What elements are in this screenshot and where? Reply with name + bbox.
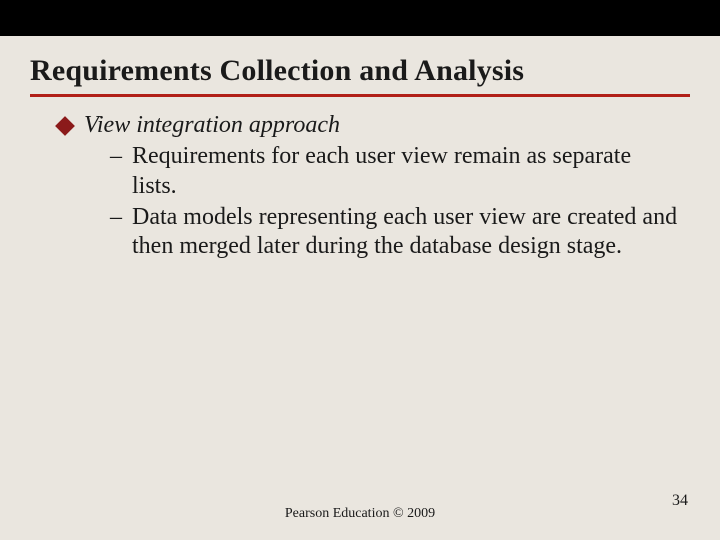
slide-title: Requirements Collection and Analysis: [0, 36, 720, 88]
slide-content: View integration approach – Requirements…: [0, 97, 720, 261]
slide-footer: Pearson Education © 2009: [0, 506, 720, 522]
sub-bullet-text: Data models representing each user view …: [132, 204, 677, 259]
main-bullet: View integration approach – Requirements…: [58, 111, 678, 261]
main-bullet-label: View integration approach: [84, 112, 340, 138]
list-item: – Data models representing each user vie…: [110, 203, 678, 262]
slide-body: Requirements Collection and Analysis Vie…: [0, 36, 720, 540]
diamond-bullet-icon: [55, 116, 75, 136]
list-item: – Requirements for each user view remain…: [110, 142, 678, 201]
page-number: 34: [672, 492, 688, 510]
dash-icon: –: [110, 203, 122, 232]
sub-bullet-list: – Requirements for each user view remain…: [84, 142, 678, 261]
sub-bullet-text: Requirements for each user view remain a…: [132, 143, 631, 198]
dash-icon: –: [110, 142, 122, 171]
